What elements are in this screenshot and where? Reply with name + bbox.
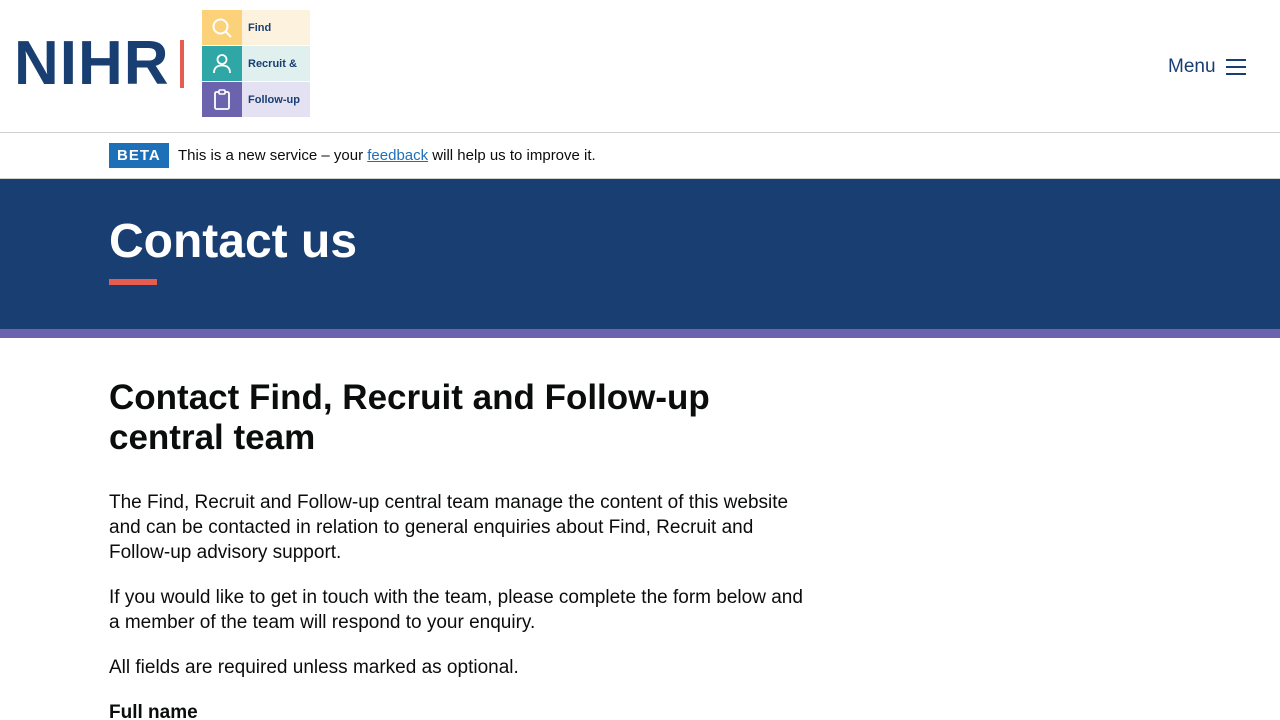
frf-logo-row-follow-up: Follow-up bbox=[202, 82, 310, 117]
required-fields-note: All fields are required unless marked as… bbox=[109, 657, 519, 678]
nihr-logo-text: NIHR bbox=[14, 29, 170, 98]
menu-button[interactable]: Menu bbox=[1168, 54, 1246, 80]
page-hero: Contact us bbox=[0, 179, 1280, 329]
hamburger-icon bbox=[1225, 59, 1246, 75]
section-heading: Contact Find, Recruit and Follow-up cent… bbox=[109, 378, 710, 457]
beta-tag: BETA bbox=[109, 143, 169, 168]
main-content: Contact Find, Recruit and Follow-up cent… bbox=[109, 378, 809, 720]
page-title: Contact us bbox=[109, 215, 358, 268]
menu-label: Menu bbox=[1168, 56, 1216, 77]
full-name-label: Full name bbox=[109, 702, 198, 720]
nihr-logo[interactable]: NIHR bbox=[14, 29, 184, 98]
phase-banner-text-after: will help us to improve it. bbox=[428, 147, 596, 164]
title-accent-bar bbox=[109, 279, 157, 285]
phase-banner: BETA This is a new service – your feedba… bbox=[0, 133, 1280, 179]
frf-logo-row-recruit: Recruit & bbox=[202, 46, 310, 81]
logo-divider bbox=[179, 40, 184, 88]
search-icon bbox=[202, 10, 242, 45]
instruction-paragraph: If you would like to get in touch with t… bbox=[109, 587, 803, 633]
intro-paragraph: The Find, Recruit and Follow-up central … bbox=[109, 492, 789, 563]
phase-banner-text: This is a new service – your feedback wi… bbox=[178, 145, 596, 167]
person-icon bbox=[202, 46, 242, 81]
frf-logo-label: Recruit & bbox=[242, 46, 310, 81]
frf-logo-label: Find bbox=[242, 10, 310, 45]
clipboard-icon bbox=[202, 82, 242, 117]
hero-stripe bbox=[0, 329, 1280, 338]
frf-logo-row-find: Find bbox=[202, 10, 310, 45]
frf-logo[interactable]: Find Recruit & Follow-up bbox=[202, 10, 310, 117]
feedback-link[interactable]: feedback bbox=[367, 147, 428, 164]
phase-banner-text-before: This is a new service – your bbox=[178, 147, 368, 164]
site-header: NIHR Find Recruit & Follow-up Menu bbox=[0, 0, 1280, 133]
frf-logo-label: Follow-up bbox=[242, 82, 310, 117]
